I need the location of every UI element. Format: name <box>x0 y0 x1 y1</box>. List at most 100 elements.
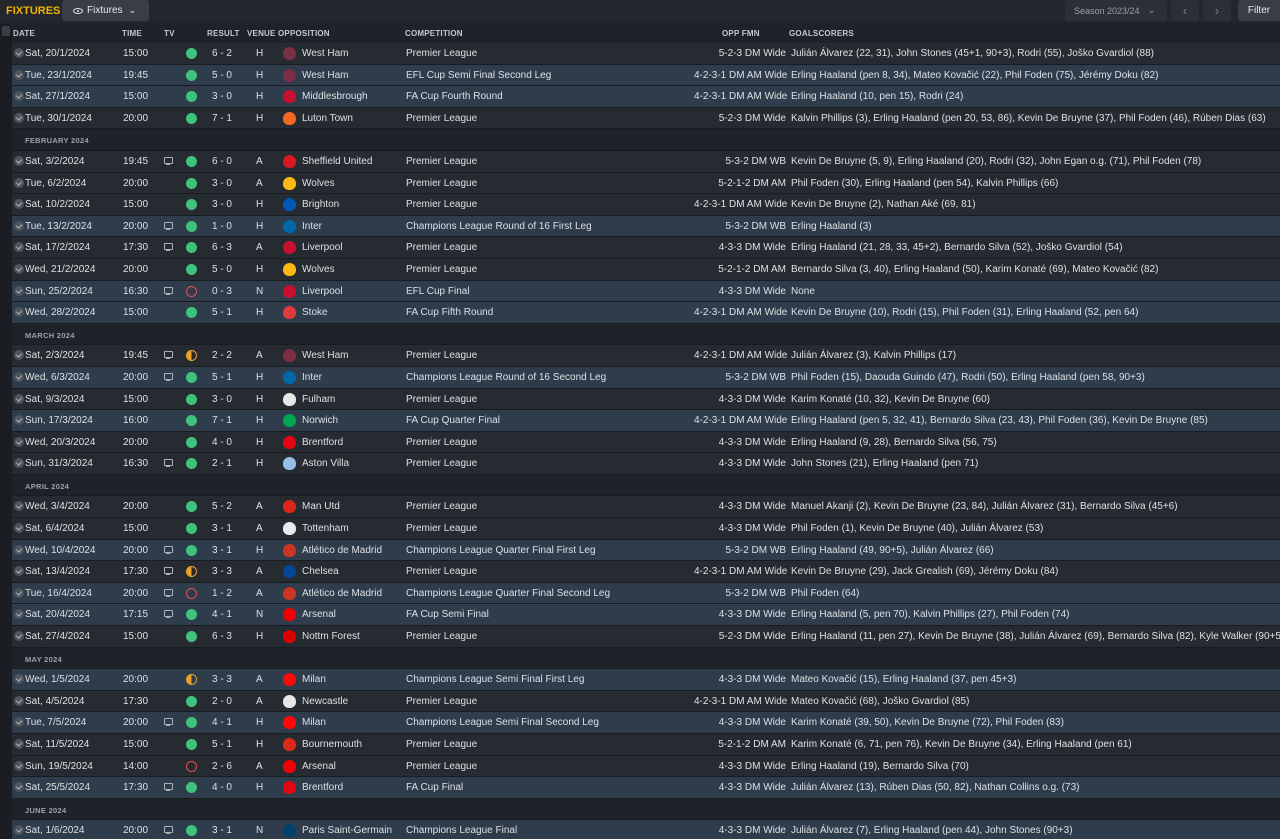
competition-link[interactable]: Champions League Quarter Final First Leg <box>406 545 596 556</box>
competition-link[interactable]: EFL Cup Final <box>406 286 470 297</box>
check-icon[interactable] <box>14 695 24 706</box>
check-icon[interactable] <box>14 48 24 58</box>
check-icon[interactable] <box>14 587 24 598</box>
previous-season-button[interactable]: ‹ <box>1171 0 1199 21</box>
check-icon[interactable] <box>14 458 24 469</box>
filter-button[interactable]: Filter <box>1238 0 1280 21</box>
fixture-row[interactable]: Sat, 11/5/2024 15:00 5 - 1 H Bournemouth Prem… <box>12 734 1280 756</box>
opposition-link[interactable]: Wolves <box>302 178 335 189</box>
opposition-link[interactable]: Fulham <box>302 394 335 405</box>
fixture-row[interactable]: Tue, 16/4/2024 20:00 1 - 2 A Atlético de Mad… <box>12 582 1280 605</box>
competition-link[interactable]: Premier League <box>406 350 477 361</box>
check-icon[interactable] <box>14 436 24 447</box>
check-icon[interactable] <box>14 566 24 577</box>
opposition-link[interactable]: Aston Villa <box>302 458 349 469</box>
header-venue[interactable]: VENUE <box>247 29 276 38</box>
competition-link[interactable]: Premier League <box>406 199 477 210</box>
fixture-row[interactable]: Tue, 13/2/2024 20:00 1 - 0 H Inter Champions … <box>12 215 1280 238</box>
opposition-link[interactable]: Man Utd <box>302 501 340 512</box>
competition-link[interactable]: Premier League <box>406 566 477 577</box>
next-season-button[interactable]: › <box>1203 0 1231 21</box>
check-icon[interactable] <box>14 177 24 188</box>
opposition-link[interactable]: Atlético de Madrid <box>302 588 382 599</box>
competition-link[interactable]: Premier League <box>406 394 477 405</box>
opposition-link[interactable]: Wolves <box>302 264 335 275</box>
check-icon[interactable] <box>14 91 24 102</box>
view-dropdown[interactable]: Fixtures ⌄ <box>62 0 149 21</box>
competition-link[interactable]: Champions League Quarter Final Second Le… <box>406 588 610 599</box>
fixture-row[interactable]: Wed, 6/3/2024 20:00 5 - 1 H Inter Champions L… <box>12 366 1280 389</box>
opposition-link[interactable]: Bournemouth <box>302 739 362 750</box>
fixture-row[interactable]: Sat, 13/4/2024 17:30 3 - 3 A Chelsea Premier … <box>12 561 1280 583</box>
fixture-row[interactable]: Sun, 17/3/2024 16:00 7 - 1 H Norwich FA Cup Q… <box>12 410 1280 432</box>
opposition-link[interactable]: Newcastle <box>302 696 348 707</box>
check-icon[interactable] <box>14 69 24 80</box>
fixture-row[interactable]: Wed, 3/4/2024 20:00 5 - 2 A Man Utd Premier L… <box>12 496 1280 519</box>
competition-link[interactable]: Champions League Final <box>406 825 517 836</box>
opposition-link[interactable]: Inter <box>302 372 322 383</box>
fixture-row[interactable]: Wed, 10/4/2024 20:00 3 - 1 H Atlético de Mad… <box>12 539 1280 562</box>
fixture-row[interactable]: Sat, 2/3/2024 19:45 2 - 2 A West Ham Premier … <box>12 345 1280 367</box>
check-icon[interactable] <box>14 544 24 555</box>
fixture-row[interactable]: Sat, 17/2/2024 17:30 6 - 3 A Liverpool Premie… <box>12 237 1280 259</box>
opposition-link[interactable]: Milan <box>302 717 326 728</box>
check-icon[interactable] <box>14 393 24 404</box>
competition-link[interactable]: Champions League Semi Final First Leg <box>406 674 584 685</box>
fixture-row[interactable]: Tue, 23/1/2024 19:45 5 - 0 H West Ham EFL Cup… <box>12 64 1280 87</box>
opposition-link[interactable]: Brighton <box>302 199 339 210</box>
opposition-link[interactable]: Paris Saint-Germain <box>302 825 392 836</box>
opposition-link[interactable]: Inter <box>302 221 322 232</box>
check-icon[interactable] <box>14 220 24 231</box>
competition-link[interactable]: Premier League <box>406 437 477 448</box>
fixture-row[interactable]: Sat, 6/4/2024 15:00 3 - 1 A Tottenham Premier… <box>12 518 1280 540</box>
check-icon[interactable] <box>14 501 24 512</box>
check-icon[interactable] <box>14 371 24 382</box>
header-opposition[interactable]: OPPOSITION <box>278 29 330 38</box>
check-icon[interactable] <box>14 523 24 534</box>
competition-link[interactable]: Premier League <box>406 501 477 512</box>
fixture-row[interactable]: Sun, 25/2/2024 16:30 0 - 3 N Liverpool EFL Cu… <box>12 280 1280 303</box>
opposition-link[interactable]: Milan <box>302 674 326 685</box>
competition-link[interactable]: Premier League <box>406 458 477 469</box>
competition-link[interactable]: Premier League <box>406 178 477 189</box>
opposition-link[interactable]: Luton Town <box>302 113 353 124</box>
header-goalscorers[interactable]: GOALSCORERS <box>789 29 854 38</box>
fixture-row[interactable]: Sat, 1/6/2024 20:00 3 - 1 N Paris Saint-Germ… <box>12 820 1280 839</box>
opposition-link[interactable]: Middlesbrough <box>302 91 368 102</box>
fixture-row[interactable]: Sat, 27/1/2024 15:00 3 - 0 H Middlesbrough FA… <box>12 86 1280 108</box>
fixture-row[interactable]: Tue, 6/2/2024 20:00 3 - 0 A Wolves Premier Le… <box>12 172 1280 195</box>
check-icon[interactable] <box>14 674 24 685</box>
competition-link[interactable]: FA Cup Fifth Round <box>406 307 493 318</box>
competition-link[interactable]: Premier League <box>406 739 477 750</box>
check-icon[interactable] <box>14 739 24 749</box>
opposition-link[interactable]: Brentford <box>302 437 343 448</box>
fixture-row[interactable]: Sat, 4/5/2024 17:30 2 - 0 A Newcastle Premier… <box>12 690 1280 713</box>
opposition-link[interactable]: Liverpool <box>302 242 343 253</box>
competition-link[interactable]: Champions League Round of 16 First Leg <box>406 221 592 232</box>
opposition-link[interactable]: Liverpool <box>302 286 343 297</box>
check-icon[interactable] <box>14 609 24 620</box>
check-icon[interactable] <box>14 782 24 793</box>
opposition-link[interactable]: Chelsea <box>302 566 339 577</box>
opposition-link[interactable]: Atlético de Madrid <box>302 545 382 556</box>
competition-link[interactable]: FA Cup Fourth Round <box>406 91 503 102</box>
competition-link[interactable]: FA Cup Final <box>406 782 463 793</box>
check-icon[interactable] <box>14 112 24 123</box>
opposition-link[interactable]: Sheffield United <box>302 156 372 167</box>
check-icon[interactable] <box>14 199 24 210</box>
season-dropdown[interactable]: Season 2023/24 ⌄ <box>1065 0 1167 21</box>
opposition-link[interactable]: Brentford <box>302 782 343 793</box>
check-icon[interactable] <box>14 631 24 642</box>
competition-link[interactable]: FA Cup Quarter Final <box>406 415 500 426</box>
check-icon[interactable] <box>14 155 24 166</box>
opposition-link[interactable]: Nottm Forest <box>302 631 360 642</box>
competition-link[interactable]: Champions League Semi Final Second Leg <box>406 717 599 728</box>
check-icon[interactable] <box>14 263 24 274</box>
check-icon[interactable] <box>14 285 24 296</box>
opposition-link[interactable]: West Ham <box>302 350 349 361</box>
header-tv[interactable]: TV <box>164 29 175 38</box>
opposition-link[interactable]: Arsenal <box>302 761 336 772</box>
fixture-row[interactable]: Wed, 1/5/2024 20:00 3 - 3 A Milan Champions L… <box>12 669 1280 691</box>
header-date[interactable]: DATE <box>13 29 35 38</box>
competition-link[interactable]: Premier League <box>406 113 477 124</box>
